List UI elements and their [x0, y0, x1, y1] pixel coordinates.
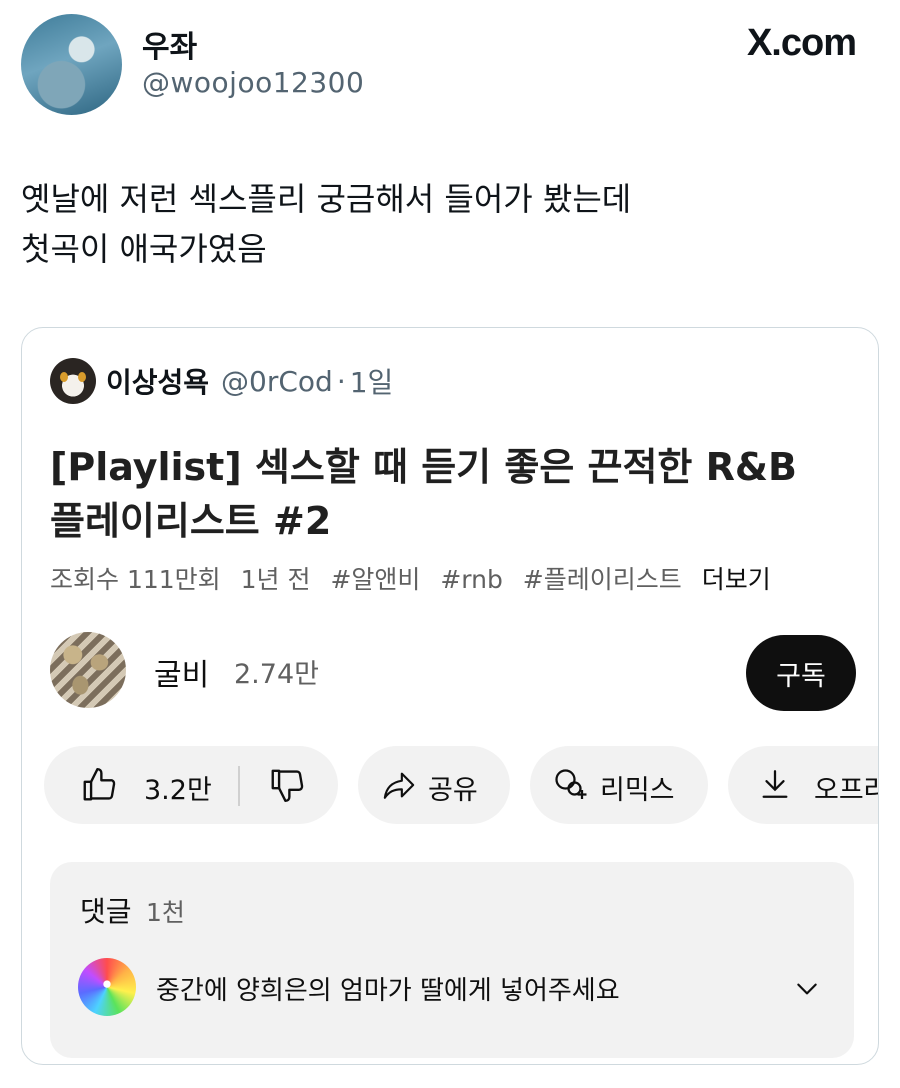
share-label: 공유: [428, 775, 478, 806]
author-display-name[interactable]: 우좌: [142, 22, 197, 66]
video-tag[interactable]: #플레이리스트: [523, 565, 682, 594]
author-handle[interactable]: @woojoo12300: [142, 66, 364, 99]
author-avatar[interactable]: [21, 14, 122, 115]
offline-label: 오프라인: [814, 775, 878, 806]
video-meta: 조회수 111만회 1년 전 #알앤비 #rnb #플레이리스트 더보기: [50, 560, 783, 596]
quoted-author-name[interactable]: 이상성욕: [106, 361, 209, 401]
video-title: [Playlist] 섹스할 때 듣기 좋은 끈적한 R&B 플레이리스트 #2: [50, 440, 850, 548]
share-button[interactable]: 공유: [358, 746, 510, 824]
like-count[interactable]: 3.2만: [144, 768, 212, 807]
tweet-text-line: 첫곡이 애국가였음: [21, 230, 267, 268]
download-icon: [758, 766, 792, 802]
chevron-down-icon[interactable]: [794, 980, 820, 1002]
video-views: 조회수 111만회: [50, 565, 221, 594]
remix-label: 리믹스: [600, 775, 675, 806]
more-button[interactable]: 더보기: [702, 565, 771, 594]
comments-title: 댓글: [80, 895, 132, 928]
quoted-separator: ·: [336, 364, 346, 398]
video-tag[interactable]: #rnb: [440, 565, 503, 594]
commenter-avatar: [78, 958, 136, 1016]
offline-button[interactable]: 오프라인: [728, 746, 878, 824]
channel-subscriber-count: 2.74만: [234, 659, 319, 690]
quoted-tweet-header: 이상성욕 @0rCod · 1일: [50, 358, 393, 404]
top-comment-text: 중간에 양희은의 엄마가 딸에게 넣어주세요: [156, 976, 620, 1006]
like-dislike-pill: 3.2만: [44, 746, 338, 824]
tweet-text: 옛날에 저런 섹스플리 궁금해서 들어가 봤는데 첫곡이 애국가였음: [21, 174, 861, 274]
video-title-line: [Playlist] 섹스할 때 듣기 좋은 끈적한 R&B: [50, 445, 797, 489]
quoted-author-handle[interactable]: @0rCod: [221, 365, 333, 398]
channel-name[interactable]: 굴비: [154, 650, 209, 694]
thumbs-up-icon[interactable]: [80, 766, 118, 804]
video-tag[interactable]: #알앤비: [330, 565, 420, 594]
channel-row: 굴비 2.74만 구독: [50, 630, 856, 711]
video-title-line: 플레이리스트 #2: [50, 499, 332, 543]
quoted-timestamp[interactable]: 1일: [350, 361, 394, 401]
x-brand-logo: X.com: [746, 22, 857, 64]
channel-avatar[interactable]: [50, 632, 126, 708]
share-arrow-icon: [382, 768, 416, 802]
video-actions-bar: 3.2만 공유 리믹스 오프: [44, 746, 878, 824]
remix-button[interactable]: 리믹스: [530, 746, 708, 824]
like-divider: [238, 766, 240, 806]
comments-count: 1천: [146, 898, 185, 927]
comments-section[interactable]: 댓글 1천 중간에 양희은의 엄마가 딸에게 넣어주세요: [50, 862, 854, 1058]
subscribe-button[interactable]: 구독: [746, 635, 856, 711]
quoted-tweet-card[interactable]: 이상성욕 @0rCod · 1일 [Playlist] 섹스할 때 듣기 좋은 …: [21, 327, 879, 1065]
video-age: 1년 전: [240, 565, 311, 594]
quoted-author-avatar[interactable]: [50, 358, 96, 404]
thumbs-down-icon[interactable]: [268, 766, 306, 804]
remix-icon: [552, 766, 588, 802]
tweet-text-line: 옛날에 저런 섹스플리 궁금해서 들어가 봤는데: [21, 180, 632, 218]
